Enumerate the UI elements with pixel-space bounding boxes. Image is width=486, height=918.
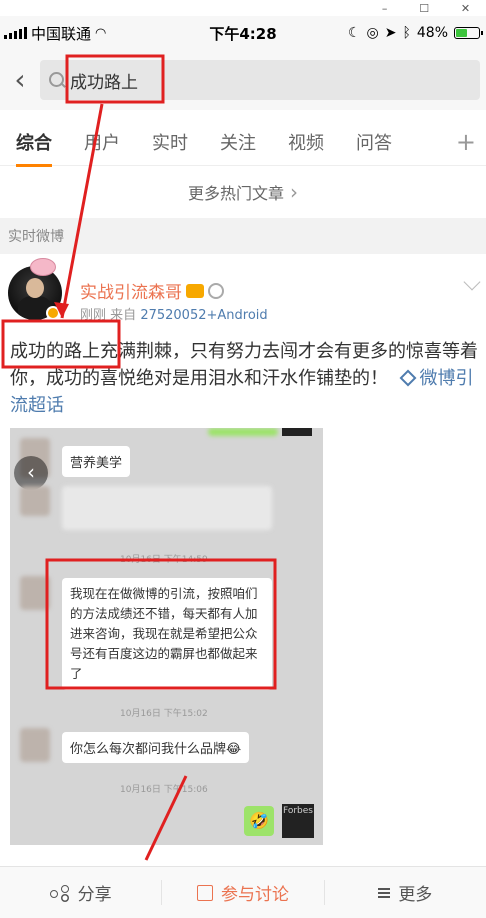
- post-image[interactable]: ‹ 营养美学 10月16日 下午14:59 我现在在做微博的引流，按照咱们的方法…: [10, 428, 323, 845]
- tab-3[interactable]: 关注: [204, 129, 272, 155]
- highlighted-message: 我现在在做微博的引流，按照咱们的方法成绩还不错，每天都有人加进来咨询，我现在就是…: [62, 578, 272, 690]
- timestamp-3: 10月16日 下午15:06: [120, 785, 208, 795]
- lock-rotation-icon: ◎: [366, 25, 379, 41]
- share-icon: [49, 884, 70, 901]
- battery-icon: [454, 27, 483, 39]
- chevron-right-icon: ›: [290, 180, 298, 204]
- search-icon: [48, 71, 66, 89]
- pig-decoration-icon: [30, 258, 56, 276]
- source-prefix: 来自: [110, 308, 137, 323]
- window-controls: – ☐ ✕: [366, 0, 486, 16]
- post-source[interactable]: 27520052+Android: [140, 308, 267, 323]
- more-label: 更多: [398, 885, 433, 905]
- edit-icon: [196, 884, 213, 901]
- tab-5[interactable]: 问答: [340, 129, 408, 155]
- section-label: 实时微博: [0, 218, 486, 254]
- close-button[interactable]: ✕: [461, 2, 470, 15]
- author-name[interactable]: 实战引流森哥: [80, 278, 224, 303]
- author-name-text: 实战引流森哥: [80, 283, 182, 303]
- more-button[interactable]: 更多: [325, 880, 486, 905]
- menu-icon: [378, 887, 391, 898]
- emoji-bubble: 🤣: [244, 806, 274, 836]
- more-hot-articles-link[interactable]: 更多热门文章 ›: [0, 168, 486, 216]
- search-input[interactable]: 成功路上: [40, 60, 480, 100]
- tab-4[interactable]: 视频: [272, 129, 340, 155]
- bluetooth-icon: ᛒ: [402, 25, 411, 41]
- group-name: 营养美学: [62, 446, 131, 477]
- timestamp-2: 10月16日 下午15:02: [120, 709, 208, 719]
- more-hot-label: 更多热门文章: [187, 184, 284, 203]
- bottom-action-bar: 分享 参与讨论 更多: [0, 866, 486, 918]
- chat-avatar: Forbes: [282, 804, 314, 838]
- medal-icon: [208, 282, 224, 299]
- share-label: 分享: [77, 885, 112, 905]
- tab-0[interactable]: 综合: [0, 129, 68, 167]
- maximize-button[interactable]: ☐: [419, 2, 429, 15]
- minimize-button[interactable]: –: [382, 2, 388, 15]
- tab-bar: 综合 用户 实时 关注 视频 问答 +: [0, 118, 486, 167]
- share-button[interactable]: 分享: [0, 880, 161, 905]
- verified-badge-icon: [46, 306, 60, 320]
- back-button[interactable]: ‹: [0, 66, 40, 94]
- post-meta: 刚刚 来自 27520052+Android: [80, 304, 268, 323]
- discuss-label: 参与讨论: [220, 885, 289, 905]
- previous-image-button[interactable]: ‹: [14, 456, 48, 490]
- add-tab-icon[interactable]: +: [456, 128, 476, 156]
- post-time: 刚刚: [80, 308, 107, 323]
- moon-icon: ☾: [347, 25, 361, 41]
- tab-2[interactable]: 实时: [136, 129, 204, 155]
- discuss-button[interactable]: 参与讨论: [161, 880, 325, 905]
- tab-1[interactable]: 用户: [68, 129, 136, 155]
- location-icon: ➤: [384, 25, 397, 41]
- battery-percent: 48%: [416, 25, 448, 41]
- message-2: 你怎么每次都问我什么品牌😂: [62, 732, 250, 763]
- status-bar: 中国联通 ◠ 下午4:28 ☾ ◎ ➤ ᛒ 48%: [0, 16, 486, 50]
- super-topic-icon: [399, 369, 417, 387]
- chevron-down-icon[interactable]: [463, 273, 481, 291]
- chevron-left-icon: ‹: [14, 63, 26, 96]
- timestamp-1: 10月16日 下午14:59: [120, 555, 208, 565]
- vip-crown-icon: [186, 283, 204, 298]
- search-bar: ‹ 成功路上: [0, 50, 486, 110]
- search-query: 成功路上: [70, 72, 138, 93]
- post-text: 成功的路上充满荆棘，只有努力去闯才会有更多的惊喜等着你，成功的喜悦绝对是用泪水和…: [10, 338, 480, 419]
